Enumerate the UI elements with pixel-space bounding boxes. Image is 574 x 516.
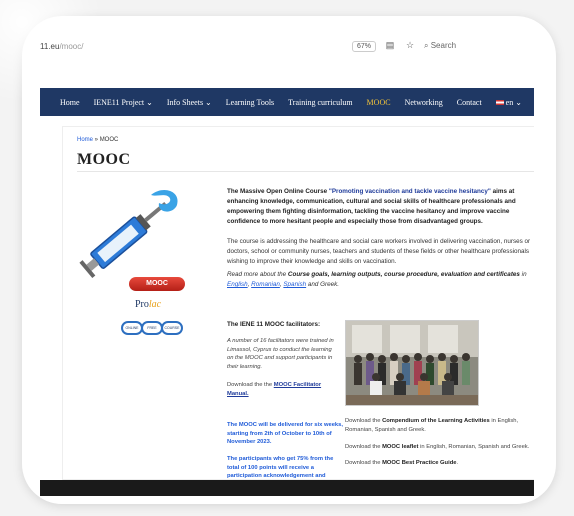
link-english[interactable]: English xyxy=(227,281,248,288)
reader-icon[interactable]: ▤ xyxy=(384,40,396,52)
nav-networking[interactable]: Networking xyxy=(405,98,443,107)
search-icon: ⌕ xyxy=(424,41,429,50)
facilitator-manual-download: Download the the MOOC Facilitator Manual… xyxy=(227,382,322,397)
nav-home[interactable]: Home xyxy=(60,98,80,107)
leaflet-download[interactable]: Download the MOOC leaflet in English, Ro… xyxy=(345,443,534,452)
delivery-note: The MOOC will be delivered for six weeks… xyxy=(227,422,343,445)
breadcrumb: Home » MOOC xyxy=(77,137,119,143)
syringe-illustration xyxy=(79,190,178,279)
read-more-paragraph: Read more about the Course goals, learni… xyxy=(227,271,527,288)
mooc-badge: MOOC xyxy=(129,277,185,291)
content-panel: Home » MOOC MOOC MOOC Prolac ONLINE FREE… xyxy=(62,126,534,480)
nav-info-sheets[interactable]: Info Sheets ⌄ xyxy=(167,98,212,107)
prolac-logo: Prolac xyxy=(135,299,162,310)
divider xyxy=(77,171,534,172)
nav-learning-tools[interactable]: Learning Tools xyxy=(226,98,274,107)
star-icon[interactable]: ☆ xyxy=(404,40,416,52)
main-nav: Home IENE11 Project ⌄ Info Sheets ⌄ Lear… xyxy=(40,88,534,116)
nav-training-curriculum[interactable]: Training curriculum xyxy=(288,98,352,107)
audience-paragraph: The course is addressing the healthcare … xyxy=(227,238,531,265)
certificate-note: The participants who get 75% from the to… xyxy=(227,456,334,479)
facilitators-heading: The IENE 11 MOOC facilitators: xyxy=(227,321,321,328)
page-content: Home » MOOC MOOC MOOC Prolac ONLINE FREE… xyxy=(40,116,534,480)
intro-paragraph: The Massive Open Online Course "Promotin… xyxy=(227,188,516,225)
search-field[interactable]: ⌕ Search xyxy=(424,41,534,51)
facilitators-text: A number of 16 facilitators were trained… xyxy=(227,338,334,370)
page-title: MOOC xyxy=(77,151,131,168)
guide-download[interactable]: Download the MOOC Best Practice Guide. xyxy=(345,459,534,468)
breadcrumb-home[interactable]: Home xyxy=(77,137,93,143)
compendium-download[interactable]: Download the Compendium of the Learning … xyxy=(345,417,534,434)
flag-icon xyxy=(495,100,504,106)
chain-logo: ONLINE FREE COURSE xyxy=(121,321,183,335)
nav-project[interactable]: IENE11 Project ⌄ xyxy=(94,98,153,107)
nav-mooc[interactable]: MOOC xyxy=(367,98,391,107)
link-spanish[interactable]: Spanish xyxy=(283,281,306,288)
zoom-indicator[interactable]: 67% xyxy=(351,40,376,52)
browser-toolbar: 11.eu/mooc/ 67% ▤ ☆ ⌕ Search xyxy=(40,34,534,58)
address-bar[interactable]: 11.eu/mooc/ xyxy=(40,42,352,51)
nav-contact[interactable]: Contact xyxy=(457,98,482,107)
facilitators-group-photo xyxy=(345,320,479,406)
language-selector[interactable]: en ⌄ xyxy=(495,98,522,107)
link-romanian[interactable]: Romanian xyxy=(251,281,280,288)
taskbar xyxy=(40,480,534,496)
mooc-logo: MOOC Prolac ONLINE FREE COURSE xyxy=(121,277,191,347)
